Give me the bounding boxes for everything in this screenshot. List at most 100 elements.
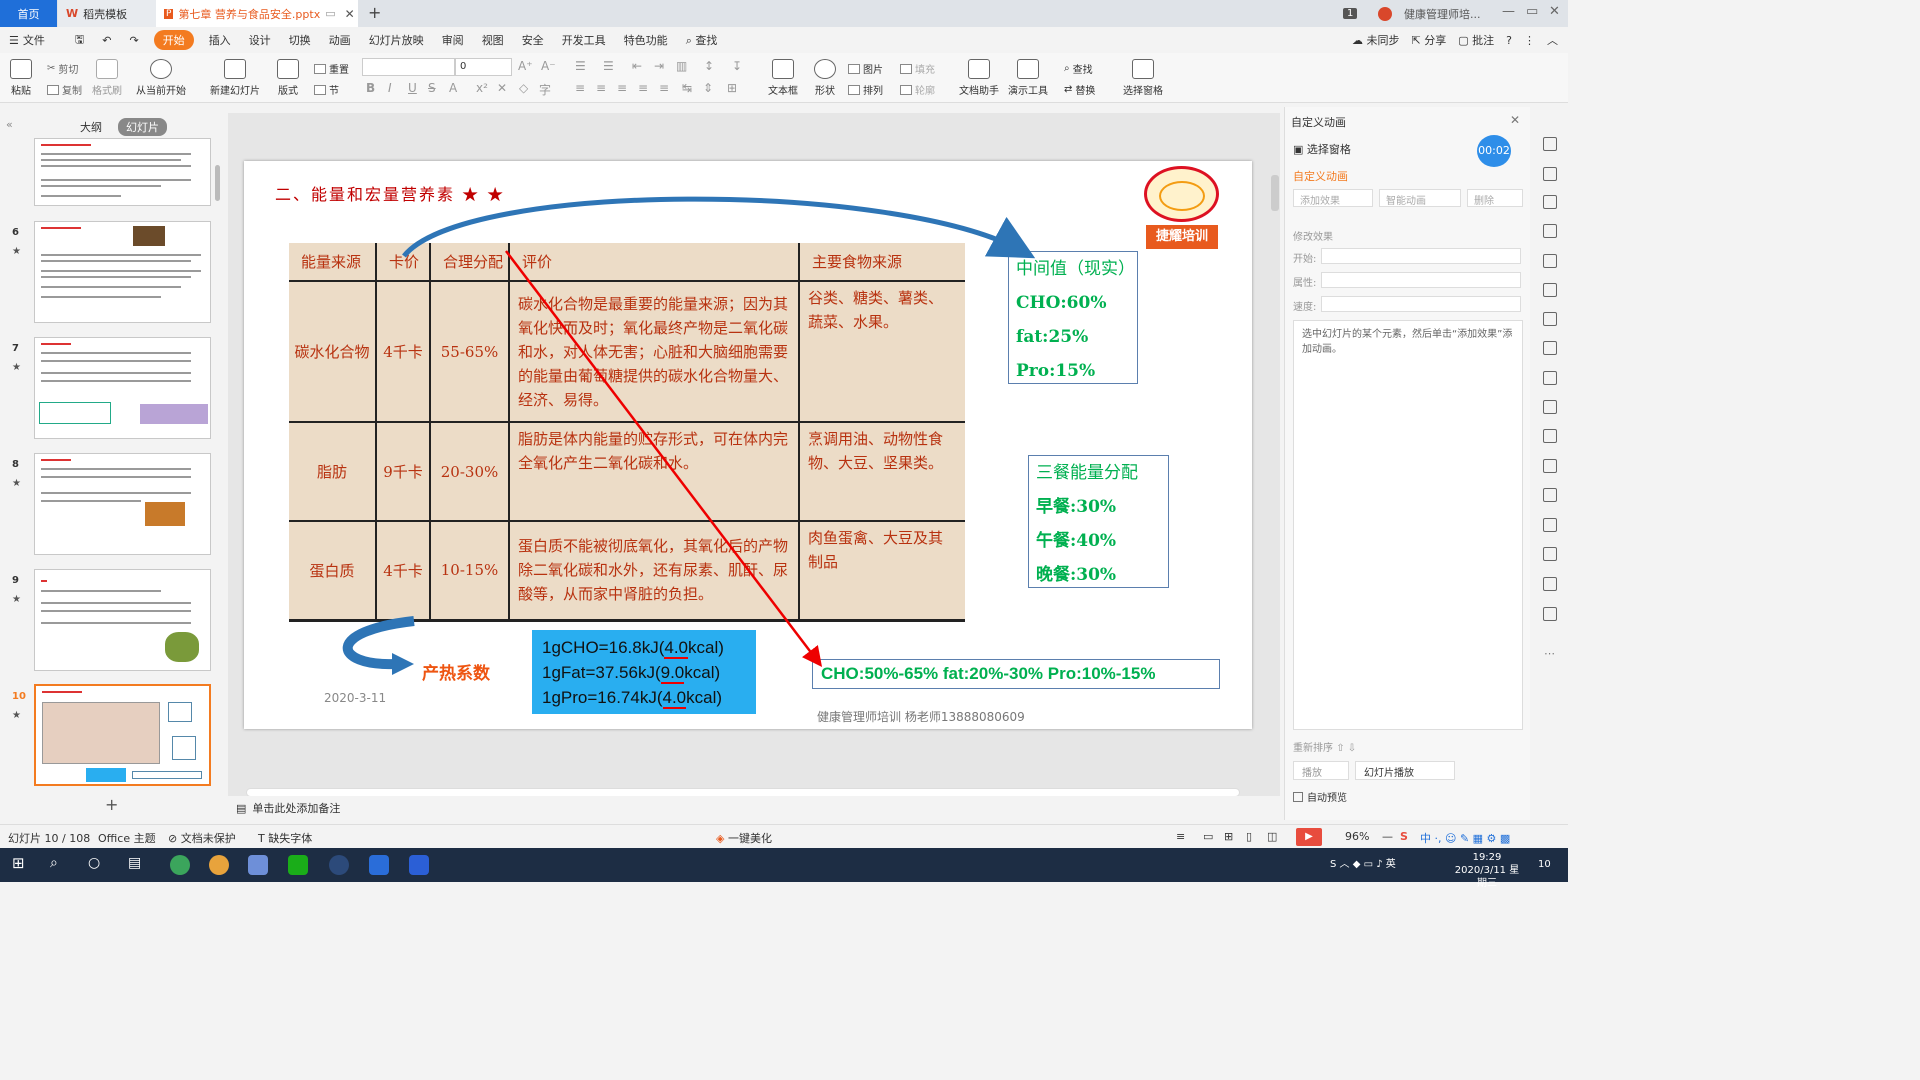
ime-toolbar-icons[interactable]: 中 ·, ☺ ✎ ▦ ⚙ ▩ (1420, 830, 1510, 846)
align-right-icon[interactable]: ≡ (617, 81, 627, 95)
from-current-button[interactable]: 从当前开始 (136, 59, 186, 97)
font-size-select[interactable]: 0 (455, 58, 512, 76)
animation-list[interactable]: 选中幻灯片的某个元素，然后单击“添加效果”添加动画。 (1293, 320, 1523, 730)
text-direction-icon[interactable]: ↹ (682, 81, 692, 95)
slideshow-play-icon[interactable]: ▶ (1296, 828, 1322, 846)
delete-button[interactable]: 删除 (1467, 189, 1523, 207)
bold-icon[interactable]: B (366, 81, 375, 95)
slide-thumbnail-8[interactable] (34, 453, 211, 555)
task-view-icon[interactable]: ▤ (128, 855, 148, 875)
arrange-button[interactable]: 排列 (848, 82, 883, 97)
textbox-button[interactable]: 文本框 (768, 59, 798, 97)
hamburger-icon[interactable]: ☰ (0, 34, 21, 47)
share-button[interactable]: ⇱ 分享 (1412, 32, 1447, 48)
outline-button[interactable]: 轮廓 (900, 82, 935, 97)
add-effect-button[interactable]: 添加效果 (1293, 189, 1373, 207)
close-tab-icon[interactable]: ✕ (345, 7, 355, 21)
select-pane-link[interactable]: ▣ 选择窗格 (1293, 141, 1351, 157)
paste-button[interactable]: 粘贴 (10, 59, 32, 97)
box-icon[interactable] (1543, 607, 1557, 621)
normal-view-icon[interactable]: ▭ (1203, 830, 1213, 843)
comment-button[interactable]: ▢ 批注 (1458, 32, 1494, 48)
move-down-icon[interactable]: ⇩ (1348, 743, 1356, 754)
notes-view-icon[interactable]: ◫ (1267, 830, 1277, 843)
notification-icon[interactable]: 10 (1538, 858, 1551, 871)
menu-search[interactable]: ⌕ 查找 (677, 32, 727, 48)
find-button[interactable]: ⌕ 查找 (1064, 61, 1093, 76)
collapse-ribbon-icon[interactable]: ︿ (1547, 32, 1558, 48)
grid-icon[interactable] (1543, 283, 1557, 297)
tray-icons[interactable]: S ︿ ◆ ▭ ♪ 英 (1330, 858, 1396, 871)
image-icon[interactable] (1543, 371, 1557, 385)
tab-slides[interactable]: 幻灯片 (118, 118, 167, 136)
table-icon[interactable] (1543, 254, 1557, 268)
add-slide-button[interactable]: + (105, 795, 118, 814)
move-up-icon[interactable]: ⇧ (1336, 743, 1344, 754)
autopreview-checkbox[interactable]: 自动预览 (1293, 789, 1347, 804)
layout-button[interactable]: 版式 (277, 59, 299, 97)
picture-button[interactable]: 图片 (848, 61, 883, 76)
red-diagonal-arrow[interactable] (505, 250, 823, 667)
shrink-font-icon[interactable]: A⁻ (541, 59, 556, 73)
outline-view-icon[interactable]: ≡ (1176, 830, 1185, 843)
text-align-icon[interactable]: ⇕ (703, 81, 713, 95)
more-icon[interactable]: ⋯ (1544, 647, 1555, 660)
user-area[interactable]: 健康管理师培... (1378, 0, 1481, 27)
collapse-panel-icon[interactable]: « (6, 118, 13, 131)
protection-status[interactable]: ⊘ 文档未保护 (168, 830, 236, 846)
italic-icon[interactable]: I (388, 81, 392, 95)
menu-developer[interactable]: 开发工具 (553, 32, 615, 48)
superscript-icon[interactable]: x² (476, 81, 488, 95)
menu-slideshow[interactable]: 幻灯片放映 (360, 32, 433, 48)
layers-icon[interactable] (1543, 167, 1557, 181)
select-pane-button[interactable]: 选择窗格 (1123, 59, 1163, 97)
menu-file[interactable]: 文件 (21, 32, 54, 48)
line-spacing-icon[interactable]: ↕ (704, 59, 714, 73)
property-select[interactable] (1321, 272, 1521, 288)
copy-button[interactable]: 复制 (47, 82, 82, 97)
shapes-icon[interactable] (1543, 195, 1557, 209)
doc-assistant-button[interactable]: 文档助手 (959, 59, 999, 97)
app-icon[interactable] (248, 855, 268, 875)
paragraph-spacing-icon[interactable]: ↧ (732, 59, 742, 73)
grow-font-icon[interactable]: A⁺ (518, 59, 533, 73)
font-color-icon[interactable]: A (449, 81, 457, 95)
app-icon[interactable] (329, 855, 349, 875)
picture-icon[interactable] (1543, 459, 1557, 473)
beautify-button[interactable]: ◈ 一键美化 (716, 830, 772, 846)
monitor-icon[interactable]: ▭ (325, 7, 335, 20)
tab-document[interactable]: P 第七章 营养与食品安全.pptx ▭ ✕ (156, 0, 358, 27)
more-icon[interactable]: ⋮ (1524, 34, 1535, 47)
strike-icon[interactable]: S (428, 81, 436, 95)
wps-writer-icon[interactable] (409, 855, 429, 875)
slide-thumbnail-9[interactable] (34, 569, 211, 671)
format-painter-button[interactable]: 格式刷 (92, 59, 122, 97)
archive-icon[interactable] (1543, 429, 1557, 443)
smart-animation-button[interactable]: 智能动画 (1379, 189, 1461, 207)
missing-font-status[interactable]: T 缺失字体 (258, 830, 312, 846)
maximize-icon[interactable]: ▭ (1526, 4, 1538, 19)
tab-outline[interactable]: 大纲 (72, 118, 110, 136)
section-button[interactable]: 节 (314, 82, 339, 97)
menu-transition[interactable]: 切换 (280, 32, 320, 48)
save-icon[interactable]: 🖫 (66, 31, 93, 50)
windows-start-icon[interactable]: ⊞ (12, 854, 32, 874)
fill-button[interactable]: 填充 (900, 61, 935, 76)
zoom-out-icon[interactable]: — (1382, 830, 1393, 843)
tab-template[interactable]: W 稻壳模板 (58, 0, 156, 27)
notes-bar[interactable]: ▤ 单击此处添加备注 (228, 796, 1280, 820)
undo-icon[interactable]: ↶ (93, 34, 120, 47)
slide-thumbnail-10[interactable] (34, 684, 211, 786)
wechat-icon[interactable] (288, 855, 308, 875)
slideshow-button[interactable]: 幻灯片播放 (1355, 761, 1455, 780)
indent-decrease-icon[interactable]: ⇤ (632, 59, 642, 73)
clear-format-icon[interactable]: ✕ (497, 81, 507, 95)
menu-animation[interactable]: 动画 (320, 32, 360, 48)
app-icon[interactable] (369, 855, 389, 875)
history-icon[interactable] (1543, 547, 1557, 561)
menu-review[interactable]: 审阅 (433, 32, 473, 48)
justify-icon[interactable]: ≡ (638, 81, 648, 95)
reading-view-icon[interactable]: ▯ (1246, 830, 1252, 843)
user-name[interactable]: 健康管理师培... (1404, 6, 1481, 22)
replace-button[interactable]: ⇄ 替换 (1064, 82, 1095, 97)
